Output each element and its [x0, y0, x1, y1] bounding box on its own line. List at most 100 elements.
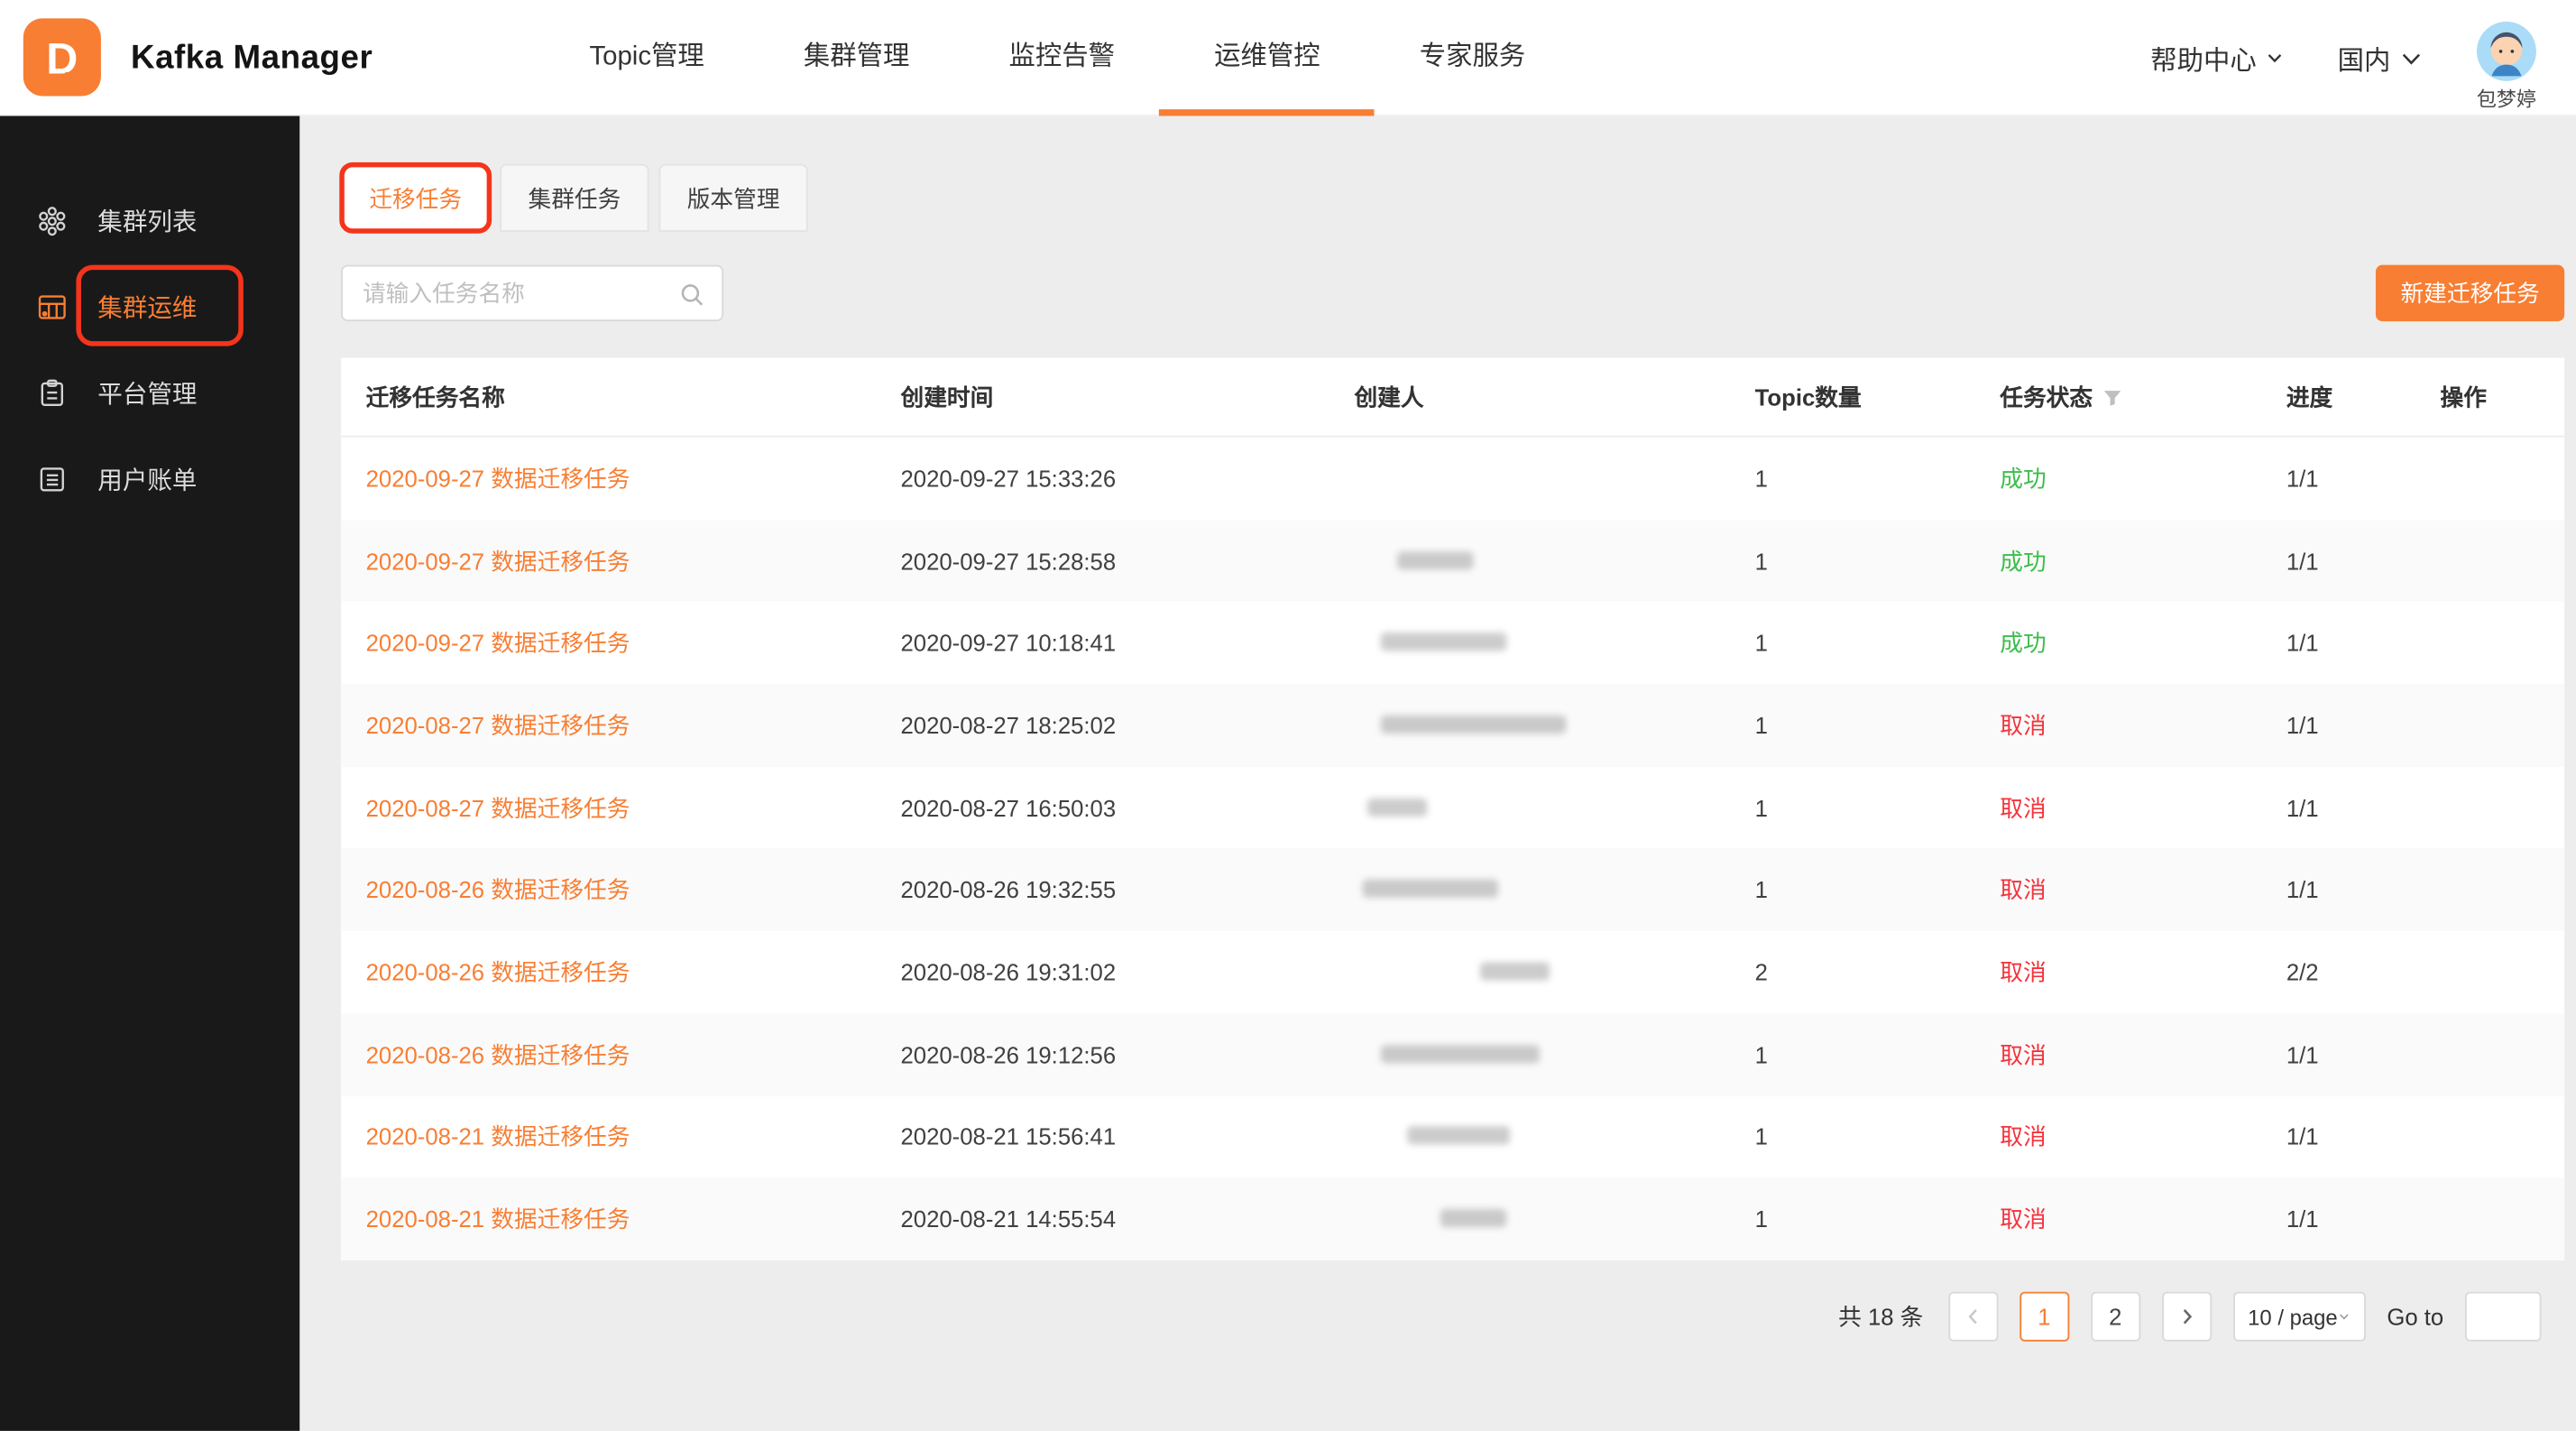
search-icon: [679, 282, 705, 308]
task-name-link[interactable]: 2020-09-27 数据迁移任务: [366, 548, 630, 574]
chevron-down-icon: [2399, 45, 2424, 70]
created-time: 2020-09-27 10:18:41: [901, 630, 1355, 656]
table-row: 2020-08-27 数据迁移任务2020-08-27 16:50:031取消1…: [341, 766, 2564, 848]
page-button-1[interactable]: 1: [2019, 1292, 2069, 1342]
task-name-link[interactable]: 2020-08-27 数据迁移任务: [366, 712, 630, 738]
table-row: 2020-08-21 数据迁移任务2020-08-21 15:56:411取消1…: [341, 1095, 2564, 1177]
task-name-link[interactable]: 2020-08-26 数据迁移任务: [366, 1041, 630, 1067]
nav-ops-control[interactable]: 运维管控: [1214, 0, 1320, 115]
nav-expert-service[interactable]: 专家服务: [1420, 0, 1526, 115]
progress-value: 2/2: [2286, 959, 2441, 985]
progress-value: 1/1: [2286, 630, 2441, 656]
status-badge: 取消: [2000, 876, 2046, 902]
topic-count: 1: [1755, 712, 2001, 738]
tab-migration-tasks[interactable]: 迁移任务: [341, 164, 490, 232]
table-row: 2020-09-27 数据迁移任务2020-09-27 10:18:411成功1…: [341, 602, 2564, 684]
topic-count: 2: [1755, 959, 2001, 985]
topic-count: 1: [1755, 794, 2001, 820]
chevron-down-icon: [2265, 48, 2285, 68]
filter-icon[interactable]: [2102, 387, 2122, 407]
goto-page-input[interactable]: [2465, 1292, 2541, 1342]
task-name-link[interactable]: 2020-09-27 数据迁移任务: [366, 630, 630, 656]
creator-cell: [1354, 1041, 1754, 1067]
nav-cluster-management[interactable]: 集群管理: [804, 0, 910, 115]
task-name-link[interactable]: 2020-08-21 数据迁移任务: [366, 1123, 630, 1149]
top-header: D Kafka Manager Topic管理 集群管理 监控告警 运维管控 专…: [0, 0, 2576, 115]
status-badge: 取消: [2000, 712, 2046, 738]
prev-page-button[interactable]: [1948, 1292, 1998, 1342]
platform-management-icon: [36, 377, 68, 409]
progress-value: 1/1: [2286, 548, 2441, 574]
column-header-status-label: 任务状态: [2000, 380, 2093, 413]
creator-redacted-blur: [1397, 550, 1473, 568]
region-selector[interactable]: 国内: [2338, 38, 2424, 78]
sidebar-item-user-billing[interactable]: 用户账单: [0, 442, 299, 515]
create-migration-task-button[interactable]: 新建迁移任务: [2376, 265, 2564, 321]
tab-label: 迁移任务: [369, 186, 462, 212]
cluster-ops-icon: [36, 291, 68, 322]
nav-monitoring-alerts[interactable]: 监控告警: [1009, 0, 1116, 115]
creator-cell: [1354, 794, 1754, 820]
created-time: 2020-08-26 19:31:02: [901, 959, 1355, 985]
task-name-link[interactable]: 2020-08-26 数据迁移任务: [366, 876, 630, 902]
app-title: Kafka Manager: [131, 0, 373, 115]
created-time: 2020-09-27 15:28:58: [901, 548, 1355, 574]
nav-topic-management[interactable]: Topic管理: [589, 0, 704, 115]
creator-redacted-blur: [1363, 880, 1499, 898]
created-time: 2020-08-21 15:56:41: [901, 1123, 1355, 1149]
task-search-box: [341, 265, 723, 321]
tab-version-management[interactable]: 版本管理: [659, 164, 808, 232]
progress-value: 1/1: [2286, 712, 2441, 738]
sidebar-item-cluster-list[interactable]: 集群列表: [0, 184, 299, 257]
creator-cell: [1354, 548, 1754, 574]
chevron-left-icon: [1963, 1306, 1983, 1326]
table-row: 2020-09-27 数据迁移任务2020-09-27 15:33:261成功1…: [341, 438, 2564, 520]
task-name-link[interactable]: 2020-09-27 数据迁移任务: [366, 465, 630, 491]
page-button-2[interactable]: 2: [2091, 1292, 2140, 1342]
sidebar-item-label: 集群运维: [97, 289, 197, 324]
table-row: 2020-08-21 数据迁移任务2020-08-21 14:55:541取消1…: [341, 1177, 2564, 1260]
page-size-select[interactable]: 10 / page: [2233, 1292, 2366, 1342]
task-search-input[interactable]: [343, 267, 722, 320]
topic-count: 1: [1755, 465, 2001, 491]
user-name: 包梦婷: [2477, 84, 2536, 112]
top-nav: Topic管理 集群管理 监控告警 运维管控 专家服务: [589, 0, 1525, 115]
column-header-creator: 创建人: [1354, 380, 1754, 413]
creator-cell: [1354, 959, 1754, 985]
sidebar-item-label: 集群列表: [97, 203, 197, 238]
tab-label: 版本管理: [687, 186, 780, 212]
creator-redacted-blur: [1407, 1127, 1510, 1145]
created-time: 2020-08-26 19:32:55: [901, 876, 1355, 902]
creator-cell: [1354, 1205, 1754, 1232]
column-header-created-time: 创建时间: [901, 380, 1355, 413]
progress-value: 1/1: [2286, 794, 2441, 820]
migration-task-table: 迁移任务名称 创建时间 创建人 Topic数量 任务状态 进度 操作 2020-…: [341, 357, 2564, 1260]
next-page-button[interactable]: [2162, 1292, 2212, 1342]
creator-redacted-blur: [1480, 962, 1550, 980]
chevron-down-icon: [2338, 1308, 2351, 1325]
user-avatar: [2477, 21, 2536, 80]
chevron-right-icon: [2176, 1306, 2196, 1326]
task-name-link[interactable]: 2020-08-21 数据迁移任务: [366, 1205, 630, 1232]
sidebar: 集群列表 集群运维: [0, 115, 299, 1430]
creator-cell: [1354, 1123, 1754, 1149]
table-row: 2020-08-26 数据迁移任务2020-08-26 19:32:551取消1…: [341, 849, 2564, 931]
user-profile[interactable]: 包梦婷: [2477, 21, 2536, 112]
tab-cluster-tasks[interactable]: 集群任务: [500, 164, 649, 232]
header-right-cluster: 帮助中心 国内: [2150, 0, 2536, 115]
progress-value: 1/1: [2286, 1123, 2441, 1149]
column-header-progress: 进度: [2286, 380, 2441, 413]
topic-count: 1: [1755, 630, 2001, 656]
status-badge: 成功: [2000, 548, 2046, 574]
sidebar-item-label: 用户账单: [97, 461, 197, 496]
help-center-menu[interactable]: 帮助中心: [2150, 38, 2285, 78]
topic-count: 1: [1755, 1123, 2001, 1149]
main-content: 迁移任务 集群任务 版本管理 新建迁移任务 迁移任务名称: [299, 115, 2576, 1430]
task-name-link[interactable]: 2020-08-27 数据迁移任务: [366, 794, 630, 820]
app-logo-icon: D: [23, 18, 101, 96]
sidebar-item-platform-management[interactable]: 平台管理: [0, 356, 299, 429]
sidebar-item-cluster-ops[interactable]: 集群运维: [0, 270, 299, 343]
column-header-operations: 操作: [2441, 380, 2565, 413]
task-name-link[interactable]: 2020-08-26 数据迁移任务: [366, 959, 630, 985]
status-badge: 取消: [2000, 1205, 2046, 1232]
